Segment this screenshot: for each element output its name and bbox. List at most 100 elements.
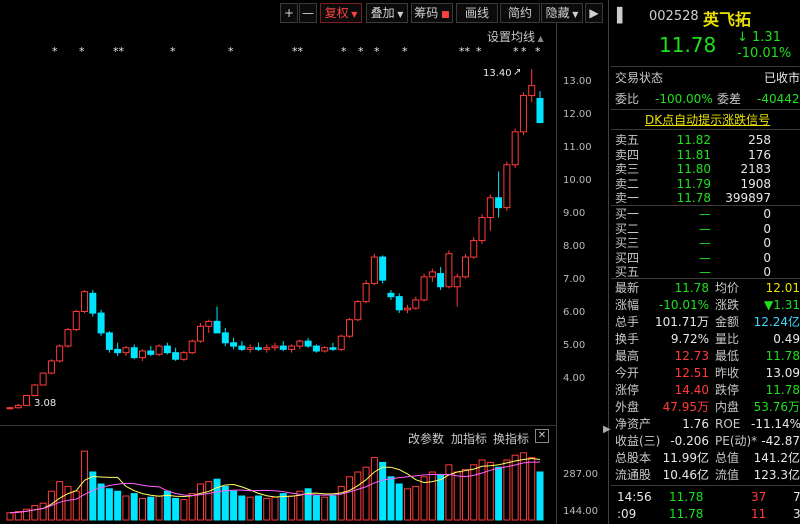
candle-body xyxy=(72,310,80,331)
candle-body xyxy=(279,345,287,350)
expand-toggle-button[interactable]: ▶ xyxy=(585,3,603,23)
candle-body xyxy=(122,347,130,354)
change-params-button[interactable]: 改参数 xyxy=(408,430,444,447)
tick-row: 14:56 11.78 37 7 xyxy=(611,489,800,505)
tick-price: 11.78 xyxy=(669,507,704,521)
divider xyxy=(611,66,800,67)
volume-bar xyxy=(453,471,461,521)
close-indicator-button[interactable]: ✕ xyxy=(535,429,549,443)
candle-body xyxy=(337,335,345,350)
stat-label: 净资产 xyxy=(615,417,652,431)
candle-body xyxy=(271,345,279,349)
stat-label: 流通股 xyxy=(615,468,652,482)
candle-body xyxy=(536,98,544,124)
candle-body xyxy=(238,345,246,350)
volume-bar xyxy=(503,459,511,521)
stat-row: 今开 12.51 昨收 13.09 xyxy=(611,365,800,381)
weibi-label: 委比 xyxy=(615,92,640,106)
tick-vol: 11 xyxy=(751,507,767,521)
trade-status-label: 交易状态 xyxy=(615,71,664,85)
stat-label: 最高 xyxy=(615,349,640,363)
stat-label: 金额 xyxy=(715,315,740,329)
volume-bar xyxy=(254,495,262,521)
candle-body xyxy=(379,256,387,281)
volume-bar xyxy=(279,493,287,521)
candle-body xyxy=(478,217,486,242)
volume-bar xyxy=(14,511,22,521)
candle-body xyxy=(56,345,64,362)
volume-bar xyxy=(470,464,478,521)
stat-label: 量比 xyxy=(715,332,740,346)
volume-bar xyxy=(437,473,445,521)
last-price: 11.78 xyxy=(659,33,717,57)
stat-label: 总股本 xyxy=(615,451,652,465)
volume-bar xyxy=(461,469,469,521)
weibi-value: -100.00% xyxy=(655,92,713,106)
candle-body xyxy=(130,347,138,359)
volume-bar xyxy=(395,483,403,521)
volume-bar xyxy=(114,490,122,521)
tick-price: 11.78 xyxy=(669,490,704,504)
candle-body xyxy=(495,197,503,209)
volume-bar xyxy=(312,495,320,521)
stat-value: 13.09 xyxy=(765,366,800,380)
volume-bar xyxy=(428,471,436,521)
volume-bar xyxy=(495,466,503,521)
collapse-handle-icon[interactable]: ▶ xyxy=(603,424,611,435)
stat-row: 流通股 10.46亿 流值 123.3亿 xyxy=(611,467,800,483)
candle-body xyxy=(428,271,436,278)
prev-stock-icon[interactable]: ▌ xyxy=(617,8,628,24)
divider xyxy=(611,129,800,130)
volume-axis-label: 144.00 xyxy=(563,506,598,517)
volume-bar xyxy=(31,505,39,521)
volume-bar xyxy=(420,476,428,521)
stat-label: 最新 xyxy=(615,281,640,295)
price-axis-label: 10.00 xyxy=(563,175,592,187)
volume-bar xyxy=(97,483,105,521)
candle-body xyxy=(155,345,163,355)
stat-value: 123.3亿 xyxy=(753,468,800,482)
tick-dir: 7 xyxy=(793,490,800,504)
stat-value: 12.24亿 xyxy=(753,315,800,329)
stat-value: -11.14% xyxy=(751,417,800,431)
divider xyxy=(611,278,800,279)
volume-bar xyxy=(6,512,14,521)
stat-value: 0.49 xyxy=(773,332,800,346)
chart-axis-divider xyxy=(556,22,557,524)
candle-body xyxy=(188,340,196,354)
stat-value: 141.2亿 xyxy=(753,451,800,465)
volume-bar xyxy=(205,481,213,521)
candle-body xyxy=(81,291,89,312)
volume-bar xyxy=(180,499,188,521)
candle-body xyxy=(296,340,304,347)
stat-value: 11.99亿 xyxy=(662,451,709,465)
stat-value: -42.87 xyxy=(761,434,800,448)
stat-value: 47.95万 xyxy=(662,400,709,414)
candle-body xyxy=(213,320,221,334)
volume-bar xyxy=(536,471,544,521)
tick-dir: 3 xyxy=(793,507,800,521)
price-axis-label: 7.00 xyxy=(563,274,586,286)
stat-label: 跌停 xyxy=(715,383,740,397)
volume-bar xyxy=(445,464,453,521)
pct-change: -10.01% xyxy=(737,46,792,61)
candle-body xyxy=(196,325,204,342)
candle-body xyxy=(346,319,354,337)
volume-bar xyxy=(172,497,180,521)
stat-label: 涨幅 xyxy=(615,298,640,312)
volume-bar xyxy=(337,485,345,521)
volume-bar xyxy=(188,493,196,521)
candle-body xyxy=(114,348,122,354)
stat-value: ▼1.31 xyxy=(764,298,800,312)
dk-signal-link[interactable]: DK点自动提示涨跌信号 xyxy=(645,111,770,128)
stat-value: 12.51 xyxy=(674,366,709,380)
add-indicator-button[interactable]: 加指标 xyxy=(451,430,487,447)
candle-body xyxy=(288,345,296,350)
stat-row: 收益(三) -0.206 PE(动)* -42.87 xyxy=(611,433,800,449)
stat-row: 净资产 1.76 ROE -11.14% xyxy=(611,416,800,432)
switch-indicator-button[interactable]: 换指标 xyxy=(493,430,529,447)
stat-row: 总手 101.71万 金额 12.24亿 xyxy=(611,314,800,330)
volume-bar xyxy=(321,496,329,521)
candle-body xyxy=(528,85,536,97)
volume-bar xyxy=(196,483,204,521)
